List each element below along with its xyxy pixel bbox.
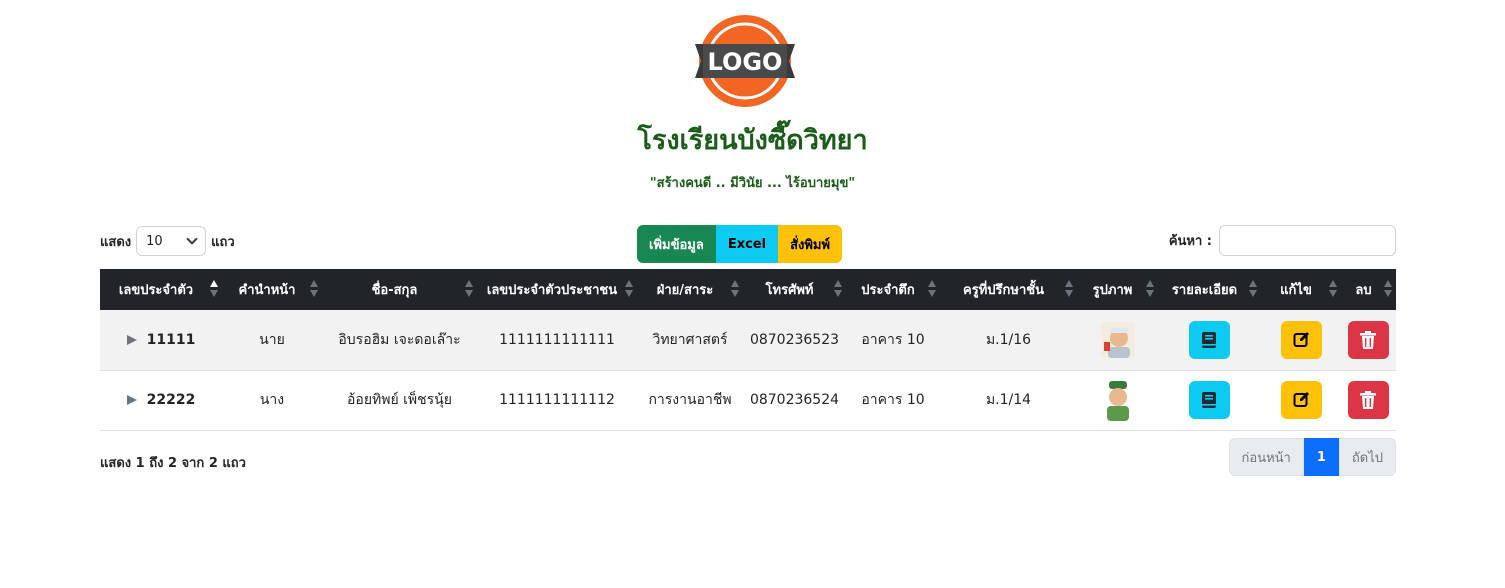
book-icon [1202,392,1216,408]
phone-cell: 0870236524 [743,370,846,431]
column-header[interactable]: ชื่อ-สกุล [322,269,477,310]
detail-button[interactable] [1189,320,1230,359]
school-name: โรงเรียนบังซี๊ดวิทยา [637,125,868,156]
column-header[interactable]: รายละเอียด [1158,269,1261,310]
delete-button[interactable] [1348,320,1389,359]
logo-text: LOGO [708,48,783,76]
delete-button[interactable] [1348,381,1389,419]
detail-cell [1158,310,1261,371]
add-button[interactable]: เพิ่มข้อมูล [637,225,716,263]
phone-cell: 0870236523 [743,310,846,371]
sort-icon [1384,280,1392,298]
prefix-cell: นาย [222,310,322,371]
edit-button[interactable] [1280,320,1322,359]
id-cell[interactable]: 11111 [100,310,222,371]
sort-icon [1249,280,1257,298]
edit-button[interactable] [1280,381,1322,419]
sort-icon [1329,280,1337,298]
detail-cell [1158,370,1261,431]
column-header[interactable]: คำนำหน้า [222,269,322,310]
trash-icon [1360,330,1376,349]
page-length-select[interactable]: 10 [136,226,207,256]
column-header[interactable]: เลขประจำตัวประชาชน [477,269,637,310]
class-cell: ม.1/14 [940,370,1077,431]
photo-cell [1077,370,1158,431]
length-menu: แสดง 10 แถว [100,226,235,256]
page-length-value: 10 [146,233,163,249]
school-motto: "สร้างคนดี .. มีวินัย ... ไร้อบายมุข" [649,176,856,191]
name-cell: อิบรอฮิม เจะดอเล๊าะ [322,310,477,371]
sort-icon [731,280,739,298]
sort-icon [834,280,842,298]
sort-icon [625,280,633,298]
column-header[interactable]: ประจำตึก [846,269,940,310]
column-header[interactable]: โทรศัพท์ [743,269,846,310]
column-header[interactable]: ครูที่ปรึกษาชั้น [940,269,1077,310]
school-logo: LOGO [693,14,797,108]
column-header[interactable]: ฝ่าย/สาระ [637,269,743,310]
prefix-cell: นาง [222,370,322,431]
delete-cell [1341,310,1396,371]
table-row: 11111 นาย อิบรอฮิม เจะดอเล๊าะ 1111111111… [100,310,1396,371]
sort-icon [310,280,318,298]
column-header[interactable]: แก้ไข [1261,269,1341,310]
excel-button[interactable]: Excel [715,225,779,263]
pagination: ก่อนหน้า 1 ถัดไป [1228,438,1396,476]
sort-asc-icon [210,280,218,298]
column-header[interactable]: รูปภาพ [1077,269,1158,310]
photo-cell [1077,310,1158,371]
detail-button[interactable] [1189,381,1230,419]
building-cell: อาคาร 10 [846,370,940,431]
table-info: แสดง 1 ถึง 2 จาก 2 แถว [100,456,246,471]
dept-cell: วิทยาศาสตร์ [637,310,743,371]
citizen-id-cell: 1111111111112 [477,370,637,431]
column-header[interactable]: เลขประจำตัว [100,269,222,310]
length-prefix: แสดง [100,234,132,250]
column-header[interactable]: ลบ [1341,269,1396,310]
edit-cell [1261,370,1341,431]
search-label: ค้นหา : [1168,234,1212,249]
teacher-photo[interactable] [1100,321,1135,358]
next-page-button[interactable]: ถัดไป [1338,438,1396,476]
building-cell: อาคาร 10 [846,310,940,371]
prev-page-button[interactable]: ก่อนหน้า [1228,438,1304,476]
print-button[interactable]: สั่งพิมพ์ [778,225,843,263]
chevron-down-icon [186,233,198,245]
length-suffix: แถว [211,234,235,250]
teacher-table: เลขประจำตัว คำนำหน้า ชื่อ-สกุล เลขประจำต… [100,269,1396,431]
dept-cell: การงานอาชีพ [637,370,743,431]
citizen-id-cell: 1111111111111 [477,310,637,371]
sort-icon [928,280,936,298]
sort-icon [1065,280,1073,298]
edit-icon [1293,392,1309,407]
export-button-group: เพิ่มข้อมูล Excel สั่งพิมพ์ [637,225,843,263]
sort-icon [1146,280,1154,298]
expand-icon[interactable] [126,334,137,345]
class-cell: ม.1/16 [940,310,1077,371]
trash-icon [1360,391,1376,409]
delete-cell [1341,370,1396,431]
page-1-button[interactable]: 1 [1303,438,1339,476]
search-input[interactable] [1219,225,1396,256]
expand-icon[interactable] [126,395,137,405]
teacher-photo[interactable] [1100,377,1135,423]
edit-icon [1293,331,1309,347]
name-cell: อ้อยทิพย์ เพ็ชรนุ้ย [322,370,477,431]
table-row: 22222 นาง อ้อยทิพย์ เพ็ชรนุ้ย 1111111111… [100,370,1396,431]
book-icon [1202,331,1216,348]
id-cell[interactable]: 22222 [100,370,222,431]
sort-icon [465,280,473,298]
table-header-row: เลขประจำตัว คำนำหน้า ชื่อ-สกุล เลขประจำต… [100,269,1396,310]
edit-cell [1261,310,1341,371]
search-box: ค้นหา : [1169,225,1396,256]
